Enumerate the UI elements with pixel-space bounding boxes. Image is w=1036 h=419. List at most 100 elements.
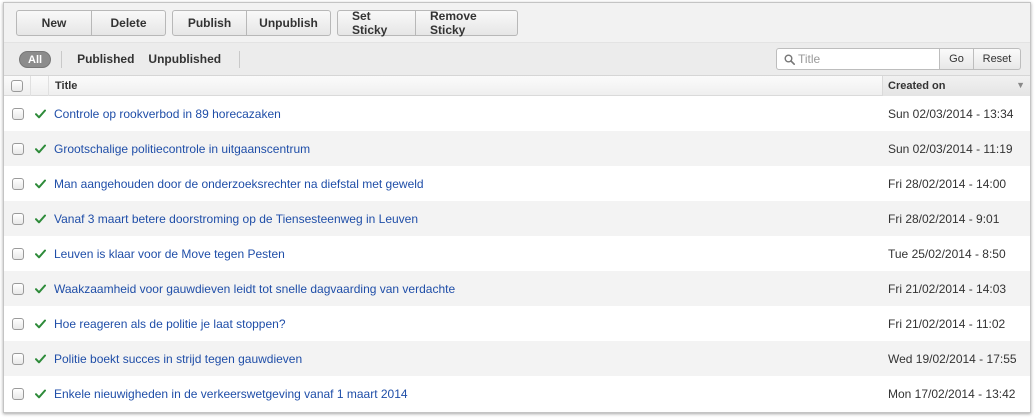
row-checkbox[interactable]	[11, 177, 24, 190]
table-row: Grootschalige politiecontrole in uitgaan…	[4, 131, 1030, 166]
row-checkbox[interactable]	[11, 282, 24, 295]
row-select-cell	[4, 282, 31, 295]
table-row: Waakzaamheid voor gauwdieven leidt tot s…	[4, 271, 1030, 306]
row-select-cell	[4, 352, 31, 365]
title-column-header[interactable]: Title	[49, 80, 882, 92]
search-form: Go Reset	[776, 48, 1021, 70]
unpublish-button[interactable]: Unpublish	[247, 9, 331, 36]
row-checkbox[interactable]	[11, 352, 24, 365]
row-select-cell	[4, 317, 31, 330]
published-check-icon[interactable]	[34, 249, 46, 259]
table-row: Vanaf 3 maart betere doorstroming op de …	[4, 201, 1030, 236]
article-title-link[interactable]: Hoe reageren als de politie je laat stop…	[54, 317, 286, 331]
article-title-link[interactable]: Politie boekt succes in strijd tegen gau…	[54, 352, 302, 366]
created-column-header[interactable]: Created on ▼	[882, 75, 1030, 96]
remove-sticky-button[interactable]: Remove Sticky	[416, 9, 518, 37]
status-cell	[31, 179, 49, 189]
table-row: Enkele nieuwigheden in de verkeerswetgev…	[4, 376, 1030, 411]
status-cell	[31, 284, 49, 294]
created-date: Wed 19/02/2014 - 17:55	[888, 351, 1017, 366]
status-cell	[31, 109, 49, 119]
table-row: Man aangehouden door de onderzoeksrechte…	[4, 166, 1030, 201]
row-checkbox[interactable]	[11, 142, 24, 155]
status-cell	[31, 354, 49, 364]
title-cell: Enkele nieuwigheden in de verkeerswetgev…	[49, 387, 882, 401]
title-cell: Waakzaamheid voor gauwdieven leidt tot s…	[49, 282, 882, 296]
status-cell	[31, 214, 49, 224]
created-date: Fri 21/02/2014 - 14:03	[888, 281, 1007, 296]
published-check-icon[interactable]	[34, 214, 46, 224]
created-date: Tue 25/02/2014 - 8:50	[888, 246, 1006, 261]
status-column-header	[31, 75, 49, 96]
row-checkbox[interactable]	[11, 317, 24, 330]
created-date: Mon 17/02/2014 - 13:42	[888, 386, 1016, 401]
created-date: Fri 21/02/2014 - 11:02	[888, 316, 1006, 331]
new-button[interactable]: New	[16, 9, 92, 36]
create-delete-group: New Delete	[16, 9, 166, 36]
delete-button[interactable]: Delete	[92, 9, 166, 36]
title-cell: Vanaf 3 maart betere doorstroming op de …	[49, 212, 882, 226]
created-date: Fri 28/02/2014 - 14:00	[888, 176, 1007, 191]
row-checkbox[interactable]	[11, 107, 24, 120]
publish-group: Publish Unpublish	[172, 9, 331, 36]
title-cell: Politie boekt succes in strijd tegen gau…	[49, 352, 882, 366]
title-cell: Leuven is klaar voor de Move tegen Peste…	[49, 247, 882, 261]
published-check-icon[interactable]	[34, 109, 46, 119]
sort-desc-icon: ▼	[1016, 79, 1025, 90]
toolbar: New Delete Publish Unpublish Set Sticky …	[4, 3, 1030, 43]
row-checkbox[interactable]	[11, 387, 24, 400]
filter-divider	[239, 50, 241, 68]
row-select-cell	[4, 247, 31, 260]
created-date: Sun 02/03/2014 - 11:19	[888, 141, 1013, 156]
status-cell	[31, 319, 49, 329]
published-check-icon[interactable]	[34, 179, 46, 189]
title-cell: Hoe reageren als de politie je laat stop…	[49, 317, 882, 331]
content-list-panel: New Delete Publish Unpublish Set Sticky …	[3, 2, 1031, 413]
go-button[interactable]: Go	[940, 48, 974, 70]
article-title-link[interactable]: Man aangehouden door de onderzoeksrechte…	[54, 177, 424, 191]
row-select-cell	[4, 177, 31, 190]
table-body: Controle op rookverbod in 89 horecazaken…	[4, 96, 1030, 411]
article-title-link[interactable]: Leuven is klaar voor de Move tegen Peste…	[54, 247, 285, 261]
sticky-group: Set Sticky Remove Sticky	[337, 9, 518, 37]
search-box	[776, 48, 940, 70]
filter-published[interactable]: Published	[70, 52, 141, 66]
row-select-cell	[4, 142, 31, 155]
status-cell	[31, 389, 49, 399]
publish-button[interactable]: Publish	[172, 9, 247, 36]
filter-unpublished[interactable]: Unpublished	[141, 52, 228, 66]
reset-button[interactable]: Reset	[974, 48, 1021, 70]
row-checkbox[interactable]	[11, 212, 24, 225]
status-cell	[31, 144, 49, 154]
article-title-link[interactable]: Enkele nieuwigheden in de verkeerswetgev…	[54, 387, 408, 401]
created-date: Sun 02/03/2014 - 13:34	[888, 106, 1014, 121]
table-header: Title Created on ▼	[4, 75, 1030, 96]
table-row: Leuven is klaar voor de Move tegen Peste…	[4, 236, 1030, 271]
published-check-icon[interactable]	[34, 389, 46, 399]
title-cell: Man aangehouden door de onderzoeksrechte…	[49, 177, 882, 191]
published-check-icon[interactable]	[34, 354, 46, 364]
search-input[interactable]	[798, 52, 938, 66]
created-date: Fri 28/02/2014 - 9:01	[888, 211, 1000, 226]
row-select-cell	[4, 212, 31, 225]
published-check-icon[interactable]	[34, 144, 46, 154]
set-sticky-button[interactable]: Set Sticky	[337, 9, 416, 37]
article-title-link[interactable]: Waakzaamheid voor gauwdieven leidt tot s…	[54, 282, 455, 296]
row-checkbox[interactable]	[11, 247, 24, 260]
select-all-checkbox[interactable]	[11, 79, 23, 92]
article-title-link[interactable]: Controle op rookverbod in 89 horecazaken	[54, 107, 281, 121]
row-select-cell	[4, 387, 31, 400]
created-column-label: Created on	[888, 79, 946, 92]
article-title-link[interactable]: Vanaf 3 maart betere doorstroming op de …	[54, 212, 418, 226]
table-row: Politie boekt succes in strijd tegen gau…	[4, 341, 1030, 376]
row-select-cell	[4, 107, 31, 120]
status-cell	[31, 249, 49, 259]
table-row: Hoe reageren als de politie je laat stop…	[4, 306, 1030, 341]
published-check-icon[interactable]	[34, 284, 46, 294]
select-all-cell	[4, 75, 31, 96]
filter-all[interactable]: All	[19, 50, 52, 68]
title-cell: Grootschalige politiecontrole in uitgaan…	[49, 142, 882, 156]
published-check-icon[interactable]	[34, 319, 46, 329]
title-cell: Controle op rookverbod in 89 horecazaken	[49, 107, 882, 121]
article-title-link[interactable]: Grootschalige politiecontrole in uitgaan…	[54, 142, 310, 156]
